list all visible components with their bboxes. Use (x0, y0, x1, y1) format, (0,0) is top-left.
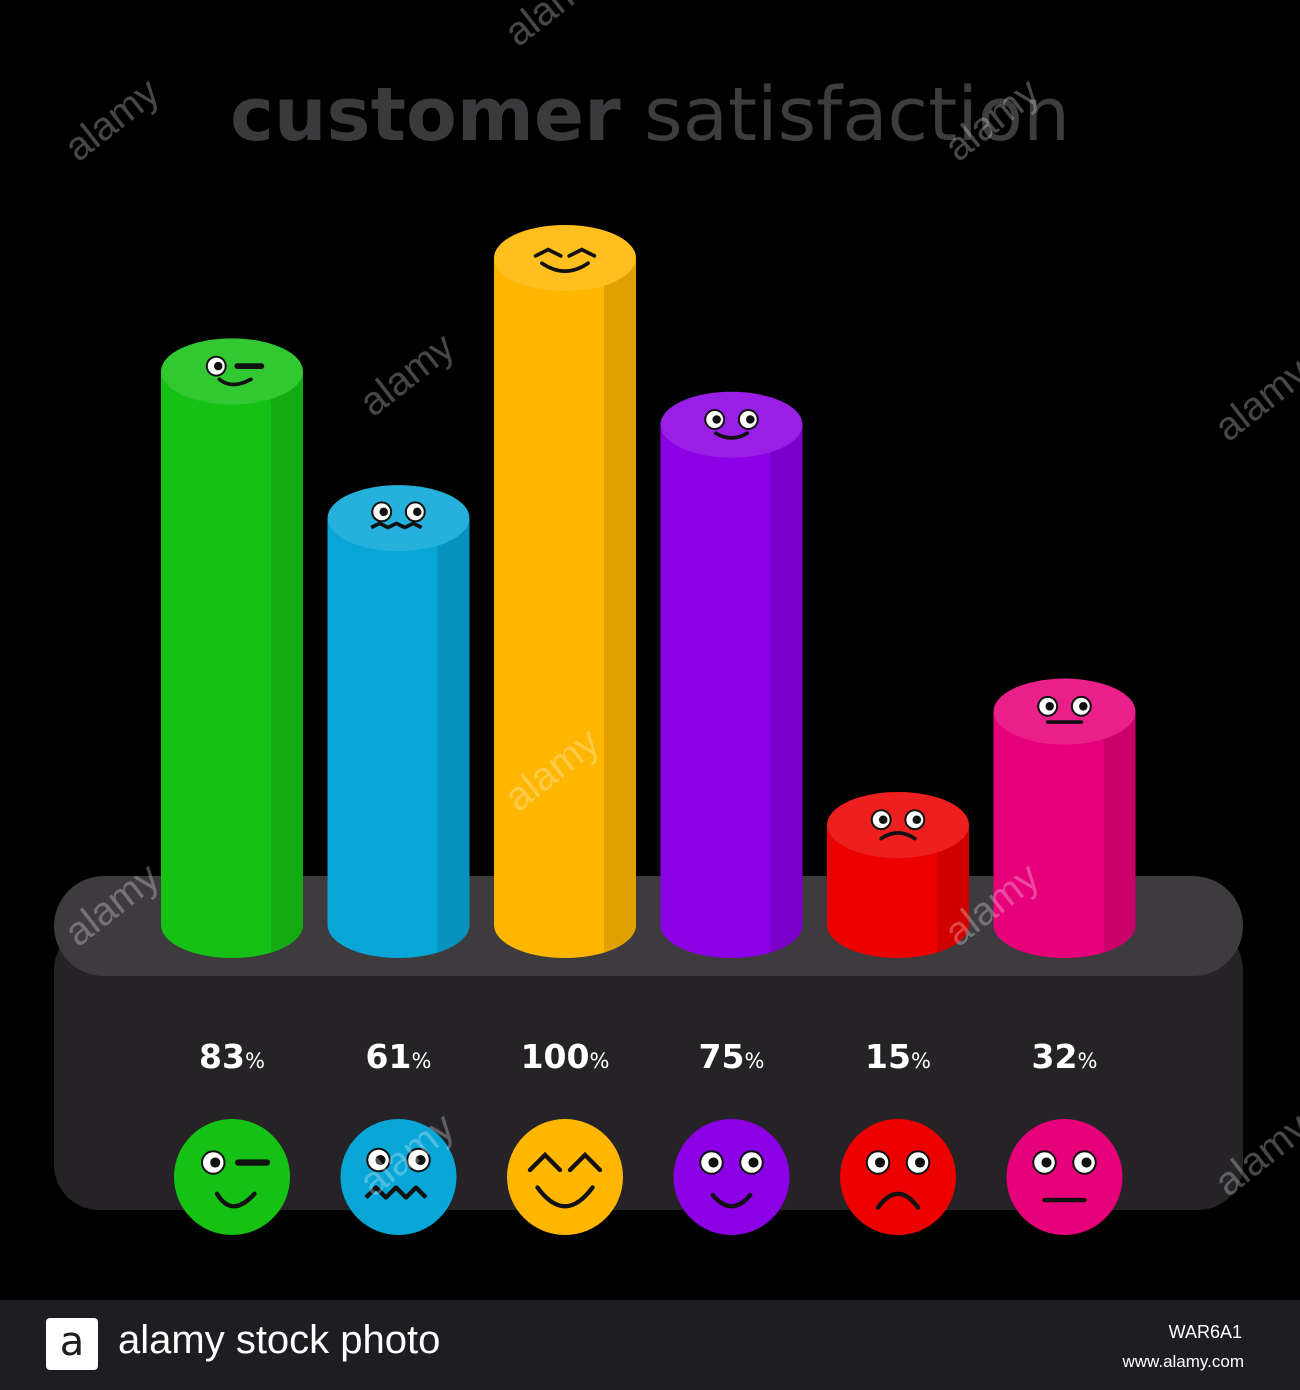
watermark-text: alamy (496, 0, 607, 55)
face-icon-sad (840, 1119, 956, 1235)
face-circle (1006, 1119, 1123, 1235)
face-icon-wink (174, 1119, 290, 1235)
face-circle (174, 1119, 290, 1235)
pupil (708, 1157, 719, 1168)
bar-top (660, 391, 803, 458)
face-icon-neutral (1006, 1119, 1123, 1235)
pupil (914, 1157, 926, 1168)
pupil (1045, 702, 1054, 711)
brand-text: alamy stock photo (118, 1318, 441, 1362)
pupil (874, 1157, 886, 1168)
site-url: www.alamy.com (1122, 1352, 1244, 1371)
bar-top (827, 791, 969, 858)
bar-smile (660, 391, 803, 958)
face-circle (507, 1119, 623, 1235)
face-icon-smile (673, 1119, 790, 1235)
pupil (413, 507, 422, 517)
face-icon-happy (507, 1119, 623, 1235)
bar-shade (271, 371, 303, 953)
bar-shade (604, 258, 636, 953)
pupil (748, 1157, 759, 1168)
pupil (1079, 702, 1088, 711)
alamy-logo: a (46, 1318, 98, 1370)
bar-nervous (327, 485, 470, 958)
pupil (878, 815, 888, 824)
pupil (712, 415, 721, 424)
pupil (746, 415, 755, 424)
bars-layer (161, 225, 1136, 958)
pupil (912, 815, 922, 824)
pupil (379, 507, 388, 517)
pupil (1081, 1157, 1092, 1168)
bar-happy (494, 225, 636, 958)
stock-footer: a alamy stock photo WAR6A1 www.alamy.com (0, 1300, 1300, 1390)
watermark-text: alamy (1206, 350, 1300, 450)
bar-shade (437, 518, 470, 953)
bar-shade (770, 424, 803, 953)
bar-top (327, 485, 470, 552)
bar-top (161, 338, 303, 405)
watermark-text: alamy (56, 70, 167, 170)
chart-title-bold: customer (230, 72, 621, 158)
pupil (210, 1157, 221, 1168)
bar-top (494, 225, 636, 291)
pupil (213, 361, 223, 371)
watermark-text: alamy (351, 325, 462, 425)
customer-satisfaction-chart: customer satisfaction 83% 61% 100% 75% 15% 32… (54, 0, 1300, 1235)
bar-shade (1103, 711, 1136, 953)
bar-top (993, 678, 1136, 745)
face-circle (673, 1119, 790, 1235)
face-circle (840, 1119, 956, 1235)
image-code: WAR6A1 (1168, 1322, 1242, 1342)
pupil (1041, 1157, 1052, 1168)
bar-wink (161, 338, 303, 958)
bar-neutral (993, 678, 1136, 958)
